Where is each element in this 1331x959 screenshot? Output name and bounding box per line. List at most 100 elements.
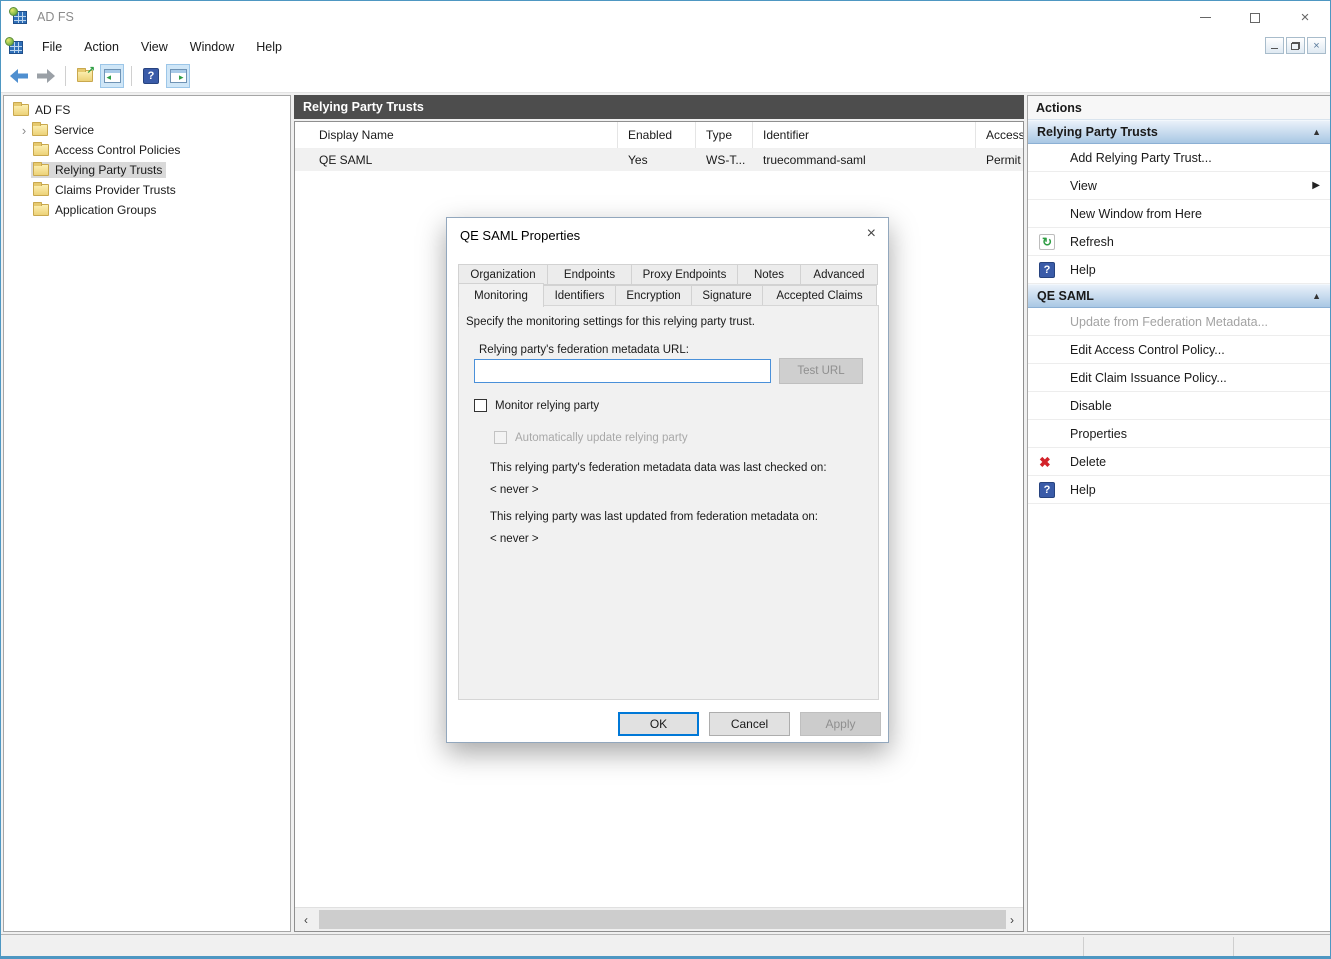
action-edit-access-control-policy[interactable]: Edit Access Control Policy... — [1028, 336, 1330, 364]
checkbox-unchecked-icon[interactable] — [474, 399, 487, 412]
toolbar: ↗ ◂ ? ▸ — [1, 59, 1330, 93]
action-help[interactable]: ? Help — [1028, 256, 1330, 284]
last-updated-value: < never > — [490, 533, 539, 545]
minimize-button[interactable] — [1180, 1, 1230, 34]
tab-endpoints[interactable]: Endpoints — [548, 264, 632, 285]
show-console-tree-button[interactable]: ◂ — [100, 64, 124, 88]
menu-bar: File Action View Window Help × — [1, 34, 1330, 59]
action-help-qe-saml[interactable]: ? Help — [1028, 476, 1330, 504]
collapse-arrow-icon[interactable]: ▲ — [1312, 127, 1321, 137]
tab-proxy-endpoints[interactable]: Proxy Endpoints — [632, 264, 738, 285]
export-list-button[interactable]: ↗ — [73, 64, 97, 88]
action-pane-icon: ▸ — [170, 69, 187, 83]
tree-node-relying-party-trusts[interactable]: Relying Party Trusts — [4, 160, 290, 180]
action-label: Help — [1070, 263, 1096, 277]
checkbox-disabled-icon — [494, 431, 507, 444]
tab-advanced[interactable]: Advanced — [801, 264, 878, 285]
menu-view[interactable]: View — [130, 36, 179, 58]
mdi-restore-button[interactable] — [1286, 37, 1305, 54]
cell-access: Permit ev — [976, 149, 1023, 171]
menu-window[interactable]: Window — [179, 36, 245, 58]
dialog-close-icon[interactable]: × — [867, 225, 876, 243]
apply-button: Apply — [800, 712, 881, 736]
maximize-button[interactable] — [1230, 1, 1280, 34]
actions-section-relying-party-trusts[interactable]: Relying Party Trusts ▲ — [1028, 120, 1330, 144]
folder-icon — [33, 204, 49, 216]
column-header-identifier[interactable]: Identifier — [753, 122, 976, 148]
status-bar — [1, 934, 1330, 958]
action-properties[interactable]: Properties — [1028, 420, 1330, 448]
checkbox-label: Monitor relying party — [495, 400, 599, 412]
mdi-minimize-button[interactable] — [1265, 37, 1284, 54]
tab-organization[interactable]: Organization — [458, 264, 548, 285]
adfs-console-window: AD FS × File Action View Window Help × — [0, 0, 1331, 959]
tab-notes[interactable]: Notes — [738, 264, 801, 285]
action-disable[interactable]: Disable — [1028, 392, 1330, 420]
help-icon: ? — [143, 68, 159, 84]
close-button[interactable]: × — [1280, 1, 1330, 34]
monitoring-tab-page: Specify the monitoring settings for this… — [458, 305, 879, 700]
menu-help[interactable]: Help — [245, 36, 293, 58]
section-header-label: Relying Party Trusts — [1037, 125, 1158, 139]
column-header-type[interactable]: Type — [696, 122, 753, 148]
last-checked-value: < never > — [490, 484, 539, 496]
column-header-access[interactable]: Access C — [976, 122, 1023, 148]
toolbar-help-button[interactable]: ? — [139, 64, 163, 88]
menu-file[interactable]: File — [31, 36, 73, 58]
cancel-button[interactable]: Cancel — [709, 712, 790, 736]
column-header-enabled[interactable]: Enabled — [618, 122, 696, 148]
toolbar-separator — [131, 66, 132, 86]
action-label: Add Relying Party Trust... — [1070, 151, 1212, 165]
action-delete[interactable]: ✖ Delete — [1028, 448, 1330, 476]
back-button[interactable] — [7, 64, 31, 88]
tree-node-access-control-policies[interactable]: Access Control Policies — [4, 140, 290, 160]
console-tree-icon: ◂ — [104, 69, 121, 83]
auto-update-relying-party-checkbox: Automatically update relying party — [494, 431, 688, 444]
tab-signature[interactable]: Signature — [692, 285, 763, 306]
federation-metadata-url-label: Relying party's federation metadata URL: — [479, 344, 689, 356]
status-bar-separator — [1083, 937, 1084, 956]
minimize-icon — [1200, 17, 1211, 18]
section-header-label: QE SAML — [1037, 289, 1094, 303]
dialog-title: QE SAML Properties — [460, 228, 580, 243]
show-action-pane-button[interactable]: ▸ — [166, 64, 190, 88]
tab-identifiers[interactable]: Identifiers — [544, 285, 616, 306]
ok-button[interactable]: OK — [618, 712, 699, 736]
scrollbar-thumb[interactable] — [319, 910, 1006, 929]
monitor-relying-party-checkbox[interactable]: Monitor relying party — [474, 399, 599, 412]
help-icon: ? — [1039, 262, 1055, 278]
tab-monitoring[interactable]: Monitoring — [458, 283, 544, 307]
action-refresh[interactable]: ↻ Refresh — [1028, 228, 1330, 256]
maximize-icon — [1250, 13, 1260, 23]
dialog-title-bar: QE SAML Properties × — [447, 218, 888, 254]
help-icon: ? — [1039, 482, 1055, 498]
federation-metadata-url-input[interactable] — [474, 359, 771, 383]
tab-accepted-claims[interactable]: Accepted Claims — [763, 285, 877, 306]
action-edit-claim-issuance-policy[interactable]: Edit Claim Issuance Policy... — [1028, 364, 1330, 392]
table-row[interactable]: QE SAML Yes WS-T... truecommand-saml Per… — [295, 149, 1023, 171]
action-new-window-from-here[interactable]: New Window from Here — [1028, 200, 1330, 228]
action-add-relying-party-trust[interactable]: Add Relying Party Trust... — [1028, 144, 1330, 172]
tree-node-application-groups[interactable]: Application Groups — [4, 200, 290, 220]
actions-section-qe-saml[interactable]: QE SAML ▲ — [1028, 284, 1330, 308]
forward-button[interactable] — [34, 64, 58, 88]
menu-action[interactable]: Action — [73, 36, 130, 58]
chevron-right-icon[interactable]: › — [16, 123, 32, 138]
scroll-left-arrow[interactable]: ‹ — [295, 908, 317, 931]
tab-encryption[interactable]: Encryption — [616, 285, 692, 306]
mdi-close-button[interactable]: × — [1307, 37, 1326, 54]
tree-node-adfs-root[interactable]: AD FS — [4, 100, 290, 120]
collapse-arrow-icon[interactable]: ▲ — [1312, 291, 1321, 301]
folder-icon — [32, 124, 48, 136]
scroll-right-arrow[interactable]: › — [1001, 908, 1023, 931]
action-label: Refresh — [1070, 235, 1114, 249]
horizontal-scrollbar[interactable]: ‹ › — [295, 907, 1023, 931]
tree-node-service[interactable]: › Service — [4, 120, 290, 140]
folder-icon — [33, 144, 49, 156]
tree-node-claims-provider-trusts[interactable]: Claims Provider Trusts — [4, 180, 290, 200]
mdi-close-icon: × — [1313, 40, 1319, 52]
column-header-display-name[interactable]: Display Name — [295, 122, 618, 148]
cell-enabled: Yes — [618, 149, 696, 171]
tree-node-label: AD FS — [35, 103, 70, 117]
action-view[interactable]: View ▶ — [1028, 172, 1330, 200]
